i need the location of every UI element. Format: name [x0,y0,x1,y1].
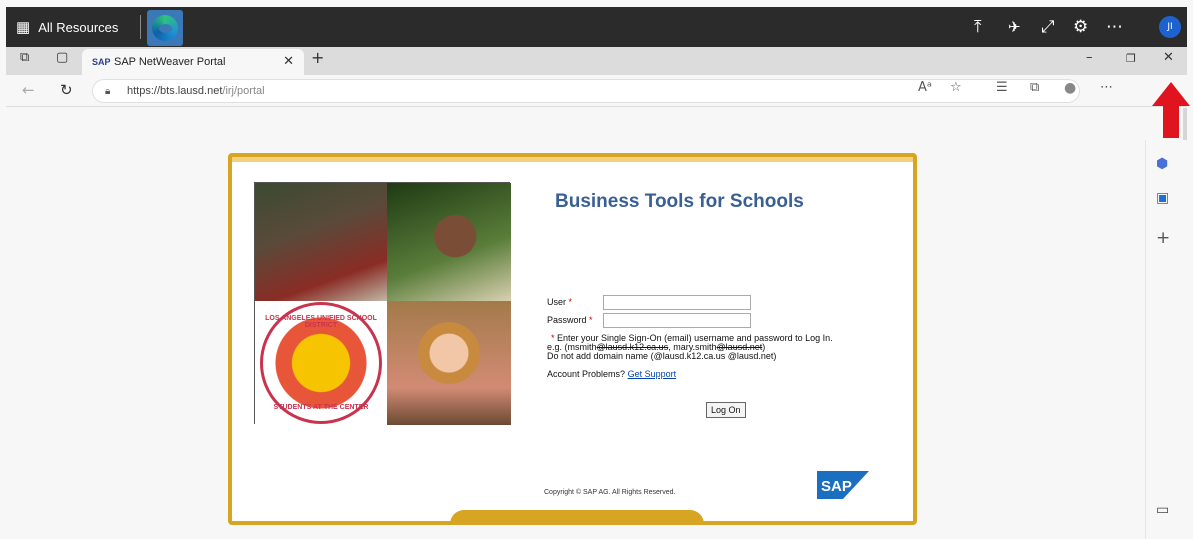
edge-browser-icon[interactable] [147,10,183,46]
workspaces-icon[interactable]: ⧉ [20,50,29,65]
password-required-mark: * [589,315,593,325]
edge-sidebar: ⬢ ▣ + ▭ [1145,140,1187,539]
tab-sap-portal[interactable]: SAP SAP NetWeaver Portal ✕ [82,49,304,75]
tab-actions-icon[interactable]: ▢ [56,50,68,65]
grid-icon: ▦ [16,19,30,36]
profile-icon[interactable]: ● [1064,80,1076,96]
page-title: Business Tools for Schools [555,191,804,212]
classroom-photo [255,183,387,301]
help-line-3: Do not add domain name (@lausd.k12.ca.us… [547,351,777,361]
portal-bottom-tab [450,510,704,525]
account-problems-row: Account Problems? Get Support [547,369,676,379]
user-required-mark: * [568,297,573,307]
copyright-text: Copyright © SAP AG. All Rights Reserved. [544,489,676,496]
seal-top-text: LOS ANGELES UNIFIED SCHOOL DISTRICT [265,315,377,329]
expand-icon[interactable]: ⤢ [1041,7,1055,47]
top-taskbar: ▦ All Resources ⤒ ✈ ⤢ ⚙ ⋯ JI [6,7,1187,47]
copilot-icon[interactable]: ⬢ [1156,156,1168,172]
sidebar-toggle-icon[interactable]: ▭ [1156,502,1169,518]
close-window-icon[interactable]: ✕ [1163,50,1174,65]
seal-bottom-text: STUDENTS AT THE CENTER [273,404,369,411]
settings-more-icon[interactable]: ⋯ [1100,80,1113,95]
outlook-icon[interactable]: ▣ [1156,190,1169,206]
user-label: User [547,297,567,307]
address-bar-row: ← ↻ 🔒︎ https://bts.lausd.net/irj/portal … [6,75,1187,107]
add-sidebar-icon[interactable]: + [1156,228,1170,248]
read-aloud-icon[interactable]: Aᵃ [918,80,932,95]
lausd-seal-logo: LOS ANGELES UNIFIED SCHOOL DISTRICT STUD… [255,301,387,425]
sap-favicon-icon: SAP [92,57,111,67]
collections-icon[interactable]: ⧉ [1030,80,1039,95]
all-resources-button[interactable]: ▦ All Resources [16,7,118,47]
all-resources-label: All Resources [38,19,119,35]
user-avatar[interactable]: JI [1159,16,1181,38]
child-photo [387,301,511,425]
restore-icon[interactable]: ❐ [1126,52,1136,65]
favorite-star-icon[interactable]: ☆ [950,80,962,95]
back-icon[interactable]: ← [22,81,35,99]
gear-icon[interactable]: ⚙ [1073,7,1088,47]
student-photo [387,183,511,301]
favorites-list-icon[interactable]: ☰ [996,80,1008,95]
photo-collage: LOS ANGELES UNIFIED SCHOOL DISTRICT STUD… [254,182,511,425]
user-label-row: User * [547,297,572,307]
pin-icon[interactable]: ✈ [1008,7,1021,47]
tab-title: SAP NetWeaver Portal [114,56,226,68]
account-problems-label: Account Problems? [547,369,626,379]
sap-logo: SAP [817,471,869,499]
url-path: /irj/portal [222,85,265,97]
svg-text:SAP: SAP [821,478,852,495]
password-input[interactable] [603,313,751,328]
tab-strip: ⧉ ▢ SAP SAP NetWeaver Portal ✕ + – ❐ ✕ [6,47,1187,75]
more-icon[interactable]: ⋯ [1106,7,1123,47]
password-label-row: Password * [547,315,593,325]
new-tab-icon[interactable]: + [311,48,324,67]
tab-close-icon[interactable]: ✕ [283,53,294,69]
log-on-button[interactable]: Log On [706,402,746,418]
portal-frame: LOS ANGELES UNIFIED SCHOOL DISTRICT STUD… [228,153,917,525]
refresh-icon[interactable]: ↻ [60,81,73,99]
password-label: Password [547,315,587,325]
minimize-icon[interactable]: – [1086,50,1093,65]
user-input[interactable] [603,295,751,310]
taskbar-divider [140,15,141,39]
red-arrow-annotation [1152,82,1190,138]
lock-icon: 🔒︎ [105,85,111,97]
get-support-link[interactable]: Get Support [628,369,677,379]
url-host: https://bts.lausd.net [127,85,223,97]
upload-icon[interactable]: ⤒ [974,7,982,47]
